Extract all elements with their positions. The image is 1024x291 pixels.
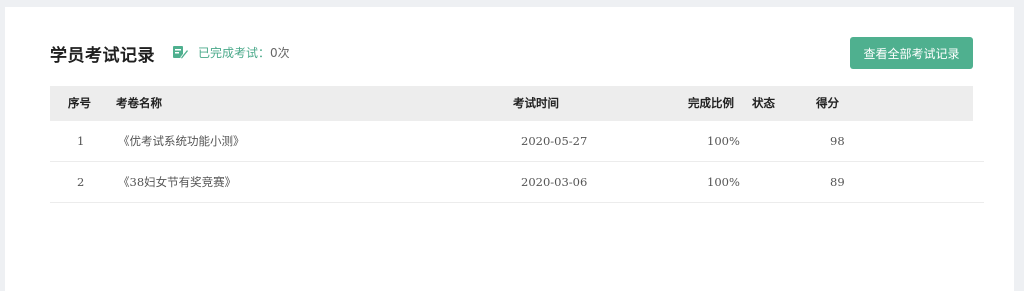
column-header-ratio: 完成比例 [688,96,734,110]
view-all-exam-records-button[interactable]: 查看全部考试记录 [850,37,973,69]
table-row[interactable]: 2 《38妇女节有奖竞赛》 2020-03-06 100% 89 [50,162,984,203]
page-title: 学员考试记录 [50,46,155,66]
edit-note-icon [173,46,189,60]
completed-exams-label: 已完成考试： [198,45,271,60]
column-header-name: 考卷名称 [116,96,162,110]
column-header-score: 得分 [816,96,839,110]
table-row[interactable]: 1 《优考试系统功能小测》 2020-05-27 100% 98 [50,121,984,162]
table-header: 序号 考卷名称 考试时间 完成比例 状态 得分 [50,86,973,121]
row-index: 2 [77,175,85,189]
row-exam-name[interactable]: 《优考试系统功能小测》 [118,121,245,161]
row-score: 89 [830,175,845,189]
row-index: 1 [77,134,85,148]
column-header-status: 状态 [752,96,775,110]
completed-exams-count: 0次 [270,45,290,60]
row-completion-ratio: 100% [707,175,740,189]
row-exam-time: 2020-05-27 [521,134,588,148]
row-exam-time: 2020-03-06 [521,175,588,189]
exam-record-table: 序号 考卷名称 考试时间 完成比例 状态 得分 1 《优考试系统功能小测》 20… [50,86,984,203]
completed-exams-summary: 已完成考试： 0次 [172,43,290,61]
row-score: 98 [830,134,845,148]
column-header-time: 考试时间 [513,96,559,110]
row-exam-name[interactable]: 《38妇女节有奖竞赛》 [118,162,236,202]
column-header-index: 序号 [68,96,91,110]
row-completion-ratio: 100% [707,134,740,148]
